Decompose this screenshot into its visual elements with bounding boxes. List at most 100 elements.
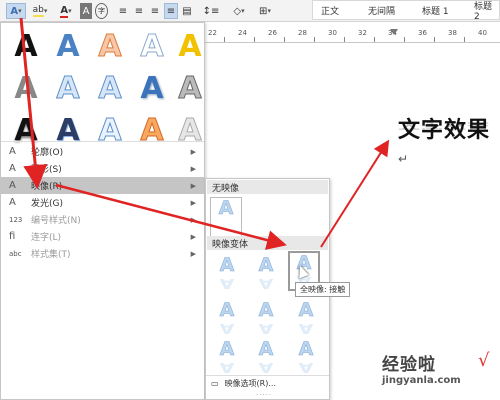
justify-icon: ≡ [166,5,176,17]
wordart-style-black-fill[interactable]: A [7,27,45,65]
ruler-number: 24 [238,29,247,37]
ruler-tick [254,37,255,42]
ruler-number: 40 [478,29,487,37]
char-shading-button[interactable]: A [80,3,92,19]
reflection-variant-7[interactable]: A A [211,339,243,379]
font-color-button[interactable]: A ▾ [56,3,76,19]
enclose-char-button[interactable]: 字 [95,3,108,19]
reflection-variant-9[interactable]: A A [290,339,322,379]
menu-item-ligature[interactable]: fi 连字(L) ▶ [1,228,204,245]
chevron-right-icon: ▶ [190,249,196,258]
menu-item-shadow[interactable]: A 阴影(S) ▶ [1,160,204,177]
ruler-tick [284,37,285,42]
align-left-icon: ≡ [118,5,128,17]
resize-grip[interactable]: ..... [256,389,272,397]
justify-button[interactable]: ≡ [164,3,178,19]
ruler-number: 30 [328,29,337,37]
line-spacing-icon: ↕≡ [202,5,220,17]
chevron-right-icon: ▶ [190,215,196,224]
chevron-right-icon: ▶ [190,181,196,190]
wordart-style-gray-outline[interactable]: A [171,69,209,107]
wordart-style-white-outline[interactable]: A [133,27,171,65]
watermark: 经验啦 √ jingyanla.com [382,350,500,400]
no-reflection-option[interactable]: A [210,197,242,237]
reflection-variant-5[interactable]: A A [250,300,282,340]
chevron-down-icon: ▾ [241,7,245,15]
reflection-preview-letter: A [219,254,235,276]
reflection-variant-8[interactable]: A A [250,339,282,379]
wordart-style-light-blue-outline-2[interactable]: A [91,69,129,107]
wordart-style-gold-fill[interactable]: A [171,27,209,65]
borders-button[interactable]: ⊞ ▾ [254,3,276,19]
glow-icon: A [9,197,16,208]
reflection-preview-letter: A [218,197,234,219]
ruler: 22 24 26 28 30 32 34 36 38 40 [200,29,500,43]
menu-item-label: 连字(L) [31,233,62,243]
align-right-button[interactable]: ≡ [148,3,162,19]
reflection-variant-6[interactable]: A A [290,300,322,340]
wordart-style-blue-fill[interactable]: A [49,27,87,65]
ruler-tick [404,37,405,42]
line-spacing-button[interactable]: ↕≡ [200,3,222,19]
menu-item-label: 阴影(S) [31,165,62,175]
reflection-preview-mirror: A [219,275,235,291]
menu-item-label: 编号样式(N) [31,216,81,226]
reflection-preview-letter: A [298,338,314,360]
wordart-style-orange-outline[interactable]: A [91,27,129,65]
ruler-tick [344,37,345,42]
style-heading-2-label: 标题 2 [474,1,493,22]
ribbon-toolbar: A ▾ ab ▾ A ▾ A 字 ≡ ≡ ≡ ≡ ▤ ↕≡ ◇ ▾ ⊞ ▾ 正文 无间隔 … [0,0,500,22]
style-heading-1[interactable]: 标题 1 [414,0,474,20]
watermark-url: jingyanla.com [382,375,461,386]
highlight-button[interactable]: ab ▾ [30,3,50,19]
reflection-variant-2[interactable]: A A [250,255,282,295]
chevron-down-icon: ▾ [43,7,48,15]
style-heading-2[interactable]: 标题 2 [466,0,500,22]
ruler-tick [464,37,465,42]
ruler-number: 26 [268,29,277,37]
reflection-variant-1[interactable]: A A [211,255,243,295]
char-shading-icon: A [82,5,90,17]
wordart-style-gray-fill[interactable]: A [7,69,45,107]
menu-item-number-style[interactable]: 123 编号样式(N) ▶ [1,211,204,228]
menu-item-stylistic-set[interactable]: abc 样式集(T) ▶ [1,245,204,262]
options-icon: ▭ [211,379,219,388]
ruler-number: 22 [208,29,217,37]
chevron-right-icon: ▶ [190,198,196,207]
reflection-options-label: 映像选项(R)... [224,379,276,388]
border-icon: ⊞ [259,5,268,17]
menu-item-outline[interactable]: A 轮廓(O) ▶ [1,143,204,160]
menu-item-glow[interactable]: A 发光(G) ▶ [1,194,204,211]
wordart-style-blue-shadow[interactable]: A [133,69,171,107]
indent-marker[interactable] [390,29,398,35]
style-no-spacing[interactable]: 无间隔 [360,0,422,20]
menu-item-reflection[interactable]: A 映像(R) ▶ [1,177,204,194]
tooltip: 全映像: 接触 [295,282,351,297]
ruler-number: 36 [418,29,427,37]
chevron-right-icon: ▶ [190,147,196,156]
ruler-tick [434,37,435,42]
reflection-preview-mirror: A [219,359,235,375]
ruler-number: 38 [448,29,457,37]
align-center-button[interactable]: ≡ [132,3,146,19]
wordart-reflection: 文字效果 [398,120,491,132]
text-effects-button[interactable]: A ▾ [6,3,26,19]
chevron-right-icon: ▶ [190,232,196,241]
reflection-preview-letter: A [298,299,314,321]
style-heading-1-label: 标题 1 [422,6,449,17]
style-no-spacing-label: 无间隔 [368,6,396,17]
highlight-icon: ab [32,5,44,17]
menu-separator [1,141,204,142]
reflection-preview-mirror: A [258,359,274,375]
reflection-preview-mirror: A [298,320,314,336]
reflection-preview-letter: A [219,338,235,360]
chevron-down-icon: ▾ [267,7,271,15]
distributed-button[interactable]: ▤ [180,3,194,19]
reflection-preview-mirror: A [258,320,274,336]
shading-button[interactable]: ◇ ▾ [228,3,250,19]
reflection-variant-4[interactable]: A A [211,300,243,340]
ruler-tick [314,37,315,42]
wordart-style-light-blue-outline[interactable]: A [49,69,87,107]
align-right-icon: ≡ [150,5,160,17]
align-left-button[interactable]: ≡ [116,3,130,19]
